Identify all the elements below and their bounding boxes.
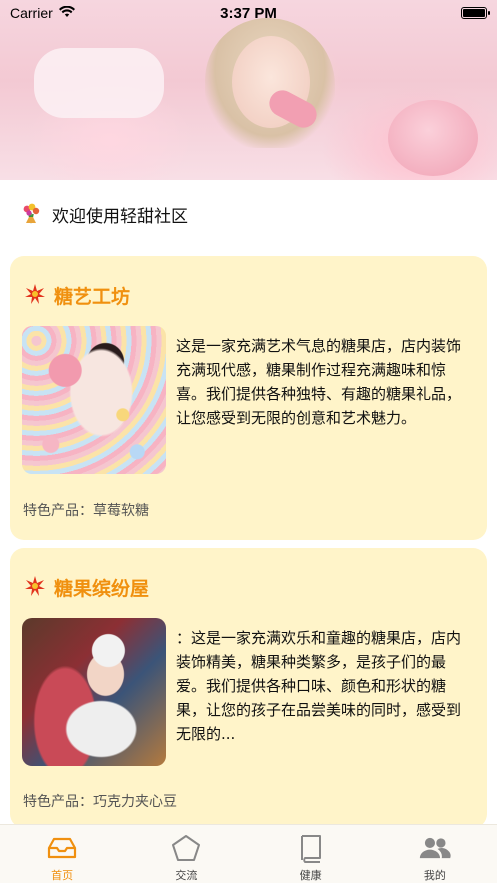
welcome-text: 欢迎使用轻甜社区 <box>52 207 188 227</box>
sparkle-icon <box>24 283 46 308</box>
shop-card[interactable]: 糖果缤纷屋 ：这是一家充满欢乐和童趣的糖果店，店内装饰精美，糖果种类繁多，是孩子… <box>10 548 487 828</box>
inbox-tray-icon <box>46 833 78 863</box>
people-icon <box>419 833 451 863</box>
tab-home[interactable]: 首页 <box>0 825 124 883</box>
shop-photo[interactable] <box>22 618 166 766</box>
tab-profile[interactable]: 我的 <box>373 825 497 883</box>
tab-health[interactable]: 健康 <box>249 825 373 883</box>
card-title: 糖艺工坊 <box>54 286 131 308</box>
status-time: 3:37 PM <box>220 4 277 22</box>
hero-banner-image <box>0 0 497 180</box>
shop-card[interactable]: 糖艺工坊 这是一家充满艺术气息的糖果店，店内装饰充满现代感，糖果制作过程充满趣味… <box>10 256 487 540</box>
card-title: 糖果缤纷屋 <box>54 578 150 600</box>
tab-label: 首页 <box>51 869 74 882</box>
sparkle-icon <box>24 575 46 600</box>
card-feature: 特色产品：草莓软糖 <box>23 503 149 519</box>
card-description: ：这是一家充满欢乐和童趣的糖果店，店内装饰精美，糖果种类繁多，是孩子们的最爱。我… <box>176 629 462 743</box>
card-feature: 特色产品：巧克力夹心豆 <box>23 794 177 810</box>
tab-label: 交流 <box>175 869 198 882</box>
tab-bar: 首页 交流 健康 我的 <box>0 824 497 883</box>
card-description: 这是一家充满艺术气息的糖果店，店内装饰充满现代感，糖果制作过程充满趣味和惊喜。我… <box>176 337 462 427</box>
pentagon-icon <box>170 833 202 863</box>
status-bar: Carrier 3:37 PM <box>0 0 497 26</box>
card-title-row: 糖果缤纷屋 <box>24 574 149 601</box>
book-icon <box>295 833 327 863</box>
tab-label: 健康 <box>299 869 322 882</box>
card-title-row: 糖艺工坊 <box>24 282 130 309</box>
tab-label: 我的 <box>423 869 446 882</box>
tab-community[interactable]: 交流 <box>124 825 248 883</box>
shop-photo[interactable] <box>22 326 166 474</box>
welcome-row: 欢迎使用轻甜社区 <box>20 202 188 227</box>
battery-icon <box>461 7 490 19</box>
flower-bouquet-icon <box>20 202 42 227</box>
